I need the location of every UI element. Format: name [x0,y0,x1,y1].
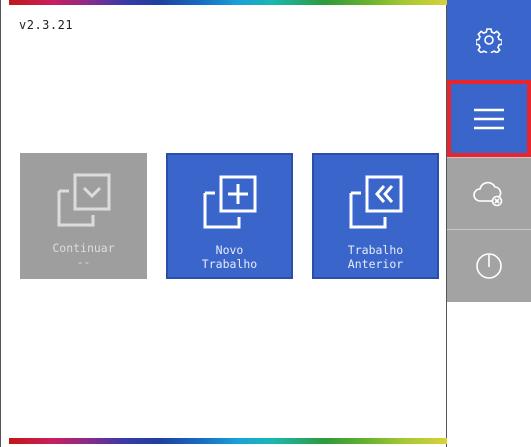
sidebar [447,0,531,447]
previous-job-tile[interactable]: Trabalho Anterior [312,153,439,279]
continue-copy-icon [57,173,110,227]
continue-job-tile[interactable]: Continuar -- [20,153,147,279]
menu-button[interactable] [447,80,531,157]
previous-job-rewind-icon [349,175,402,229]
new-job-line1: Novo [215,243,244,257]
new-job-plus-icon [203,175,256,229]
previous-job-line2: Anterior [347,257,404,271]
new-job-label: Novo Trabalho [168,243,291,271]
version-label: v2.3.21 [19,18,74,32]
cloud-button[interactable] [447,157,531,229]
power-icon [476,253,502,279]
previous-job-label: Trabalho Anterior [314,243,437,271]
power-button[interactable] [447,229,531,302]
cloud-disconnected-icon [473,181,503,206]
previous-job-line1: Trabalho [347,243,404,257]
continue-job-label: Continuar -- [20,241,147,269]
color-stripe-top [9,0,448,5]
gear-icon [476,28,502,53]
main-panel: v2.3.21 Continuar -- Novo Trabalho Traba… [0,0,448,447]
settings-button[interactable] [447,0,531,80]
new-job-tile[interactable]: Novo Trabalho [166,153,293,279]
color-stripe-bottom [9,438,448,444]
continue-line2: -- [76,255,91,269]
hamburger-menu-icon [474,108,504,129]
continue-line1: Continuar [52,241,115,255]
new-job-line2: Trabalho [201,257,258,271]
